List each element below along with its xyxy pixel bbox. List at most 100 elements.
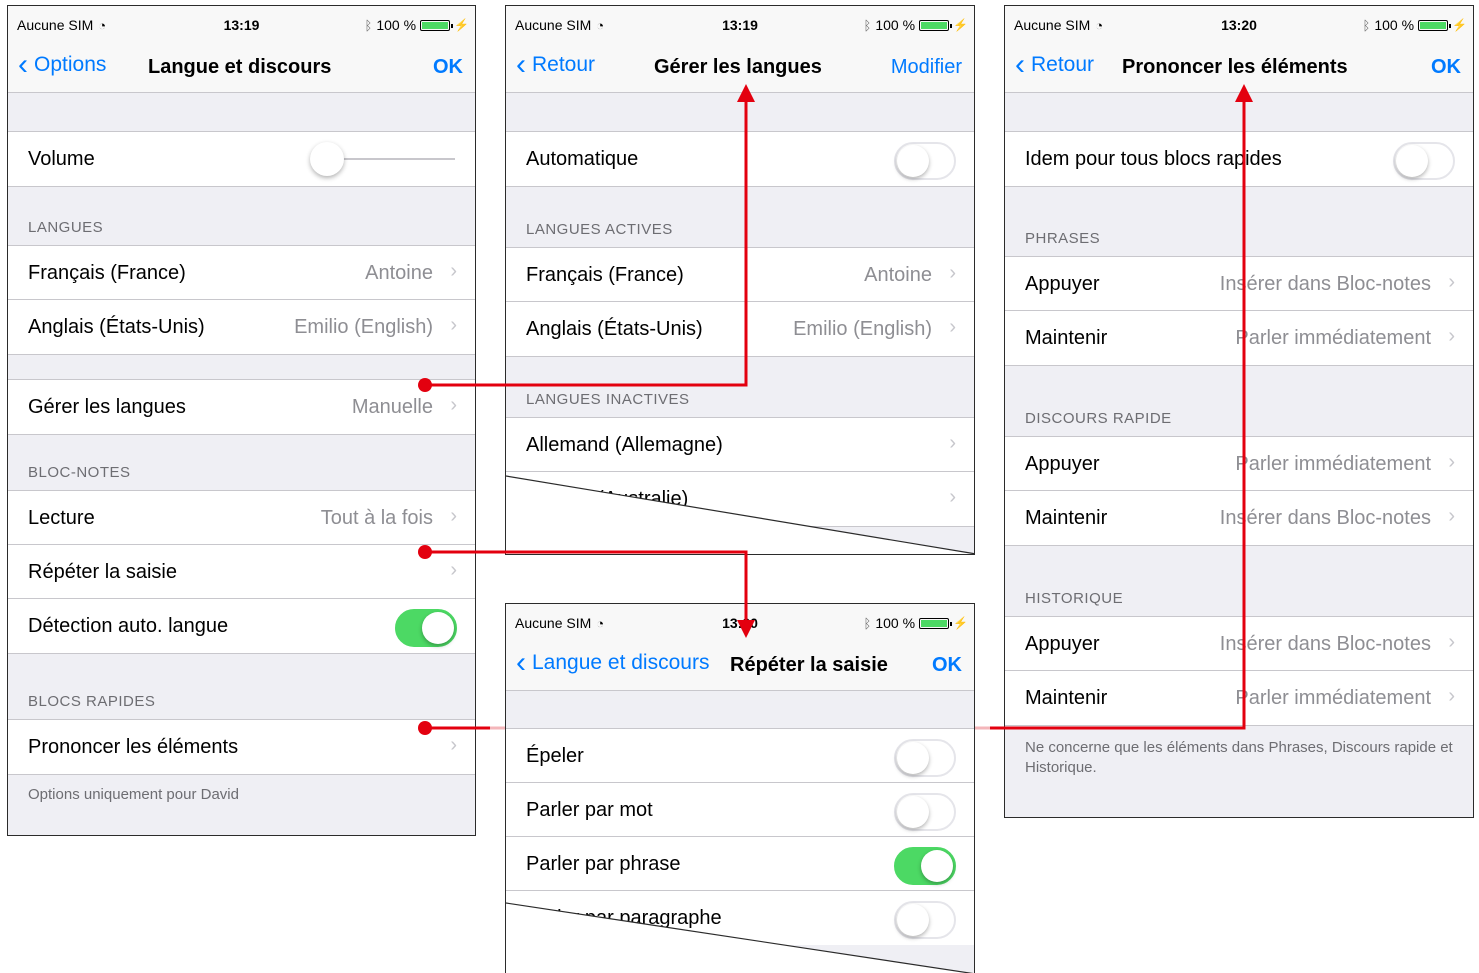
action-label: Appuyer <box>1025 273 1100 295</box>
chevron-left-icon: ‹ <box>1015 48 1025 81</box>
screen-gerer-les-langues: Aucune SIM ◔ 13:19 ᛒ 100 % ⚡ ‹ Retour Gérer … <box>505 5 975 555</box>
repeter-saisie-label: Répéter la saisie <box>28 561 177 583</box>
back-button[interactable]: ‹ Retour <box>516 48 596 81</box>
back-label: Langue et discours <box>532 651 710 674</box>
chevron-right-icon: › <box>1448 685 1455 707</box>
section-footer: Options uniquement pour David <box>28 786 239 803</box>
chevron-right-icon: › <box>1448 325 1455 347</box>
manage-group: Gérer les langues Manuelle › <box>8 379 475 435</box>
screen-repeter-la-saisie: Aucune SIM ◔ 13:20 ᛒ 100 % ⚡ ‹ Langue et dis… <box>505 603 975 973</box>
phrase-toggle[interactable] <box>894 847 956 885</box>
ok-button[interactable]: OK <box>433 56 463 79</box>
status-bar: Aucune SIM ◔ 13:20 ᛒ 100 % ⚡ <box>1005 6 1473 44</box>
chevron-right-icon: › <box>1448 631 1455 653</box>
epeler-toggle[interactable] <box>894 739 956 777</box>
idem-group: Idem pour tous blocs rapides <box>1005 131 1473 187</box>
option-row-mot: Parler par mot <box>506 783 974 837</box>
volume-group: Volume <box>8 131 475 187</box>
battery-percent: 100 % <box>875 17 916 33</box>
paragraphe-toggle[interactable] <box>894 901 956 939</box>
back-label: Retour <box>1031 53 1095 76</box>
battery-percent: 100 % <box>1374 17 1415 33</box>
volume-slider-knob[interactable] <box>310 142 344 176</box>
language-row-english[interactable]: Anglais (États-Unis) Emilio (English) › <box>506 302 974 356</box>
battery-percent: 100 % <box>875 615 916 631</box>
page-title: Gérer les langues <box>654 56 822 78</box>
action-value: Parler immédiatement <box>1235 453 1431 475</box>
section-header-phrases: PHRASES <box>1025 230 1101 247</box>
lecture-row[interactable]: Lecture Tout à la fois › <box>8 491 475 545</box>
language-row-french[interactable]: Français (France) Antoine › <box>8 246 475 300</box>
nav-bar: ‹ Langue et discours Répéter la saisie OK <box>506 642 974 691</box>
page-title: Langue et discours <box>148 56 332 78</box>
repeter-saisie-row[interactable]: Répéter la saisie › <box>8 545 475 599</box>
bluetooth-icon: ᛒ <box>1362 17 1371 33</box>
status-bar: Aucune SIM ◔ 13:19 ᛒ 100 % ⚡ <box>8 6 475 44</box>
bluetooth-icon: ᛒ <box>863 615 872 631</box>
automatique-group: Automatique <box>506 131 974 187</box>
chevron-left-icon: ‹ <box>18 48 28 81</box>
status-bar: Aucune SIM ◔ 13:19 ᛒ 100 % ⚡ <box>506 6 974 44</box>
volume-label: Volume <box>28 148 95 170</box>
chevron-right-icon: › <box>949 486 956 508</box>
language-row-german[interactable]: Allemand (Allemagne) › <box>506 418 974 472</box>
bluetooth-icon: ᛒ <box>364 17 373 33</box>
ok-button[interactable]: OK <box>1431 56 1461 79</box>
ok-button[interactable]: OK <box>932 654 962 677</box>
idem-label: Idem pour tous blocs rapides <box>1025 148 1282 170</box>
automatique-label: Automatique <box>526 148 639 170</box>
nav-bar: ‹ Retour Prononcer les éléments OK <box>1005 44 1473 93</box>
phrases-maintenir-row[interactable]: Maintenir Parler immédiatement › <box>1005 311 1473 365</box>
bloc-notes-group: Lecture Tout à la fois › Répéter la sais… <box>8 490 475 654</box>
voice-value: Antoine <box>365 262 433 284</box>
chevron-left-icon: ‹ <box>516 48 526 81</box>
phrases-appuyer-row[interactable]: Appuyer Insérer dans Bloc-notes › <box>1005 257 1473 311</box>
discours-appuyer-row[interactable]: Appuyer Parler immédiatement › <box>1005 437 1473 491</box>
modifier-button[interactable]: Modifier <box>891 56 962 79</box>
volume-row: Volume <box>8 132 475 186</box>
action-label: Maintenir <box>1025 327 1108 349</box>
volume-slider-track[interactable] <box>326 158 455 160</box>
language-label: Allemand (Allemagne) <box>526 434 723 456</box>
back-button[interactable]: ‹ Langue et discours <box>516 646 710 679</box>
detection-langue-row: Détection auto. langue <box>8 599 475 653</box>
mot-toggle[interactable] <box>894 793 956 831</box>
manage-languages-row[interactable]: Gérer les langues Manuelle › <box>8 380 475 434</box>
section-header-historique: HISTORIQUE <box>1025 590 1124 607</box>
detection-langue-toggle[interactable] <box>395 609 457 647</box>
screen-langue-et-discours: Aucune SIM ◔ 13:19 ᛒ 100 % ⚡ ‹ Options Langu… <box>7 5 476 836</box>
automatique-toggle[interactable] <box>894 142 956 180</box>
page-title: Prononcer les éléments <box>1122 56 1348 78</box>
discours-maintenir-row[interactable]: Maintenir Insérer dans Bloc-notes › <box>1005 491 1473 545</box>
lecture-label: Lecture <box>28 507 95 529</box>
bluetooth-icon: ᛒ <box>863 17 872 33</box>
langues-actives-group: Français (France) Antoine › Anglais (Éta… <box>506 247 974 357</box>
automatique-row: Automatique <box>506 132 974 186</box>
option-label: Parler par phrase <box>526 853 681 875</box>
prononcer-elements-row[interactable]: Prononcer les éléments › <box>8 720 475 774</box>
phrases-group: Appuyer Insérer dans Bloc-notes › Mainte… <box>1005 256 1473 366</box>
section-header-langues: LANGUES <box>28 219 104 236</box>
charging-icon: ⚡ <box>454 18 469 32</box>
battery-percent: 100 % <box>376 17 417 33</box>
chevron-right-icon: › <box>450 314 457 336</box>
section-header-langues-inactives: LANGUES INACTIVES <box>526 391 690 408</box>
back-label: Retour <box>532 53 596 76</box>
option-row-phrase: Parler par phrase <box>506 837 974 891</box>
chevron-right-icon: › <box>450 559 457 581</box>
language-row-french[interactable]: Français (France) Antoine › <box>506 248 974 302</box>
chevron-left-icon: ‹ <box>516 646 526 679</box>
chevron-right-icon: › <box>949 316 956 338</box>
language-row-australian[interactable]: Anglais (Australie) › <box>506 472 974 526</box>
chevron-right-icon: › <box>949 262 956 284</box>
action-value: Insérer dans Bloc-notes <box>1219 507 1431 529</box>
battery-icon <box>919 617 953 629</box>
chevron-right-icon: › <box>949 432 956 454</box>
back-button[interactable]: ‹ Options <box>18 48 106 81</box>
idem-toggle[interactable] <box>1393 142 1455 180</box>
back-button[interactable]: ‹ Retour <box>1015 48 1095 81</box>
historique-maintenir-row[interactable]: Maintenir Parler immédiatement › <box>1005 671 1473 725</box>
historique-appuyer-row[interactable]: Appuyer Insérer dans Bloc-notes › <box>1005 617 1473 671</box>
language-row-english[interactable]: Anglais (États-Unis) Emilio (English) › <box>8 300 475 354</box>
chevron-right-icon: › <box>1448 505 1455 527</box>
